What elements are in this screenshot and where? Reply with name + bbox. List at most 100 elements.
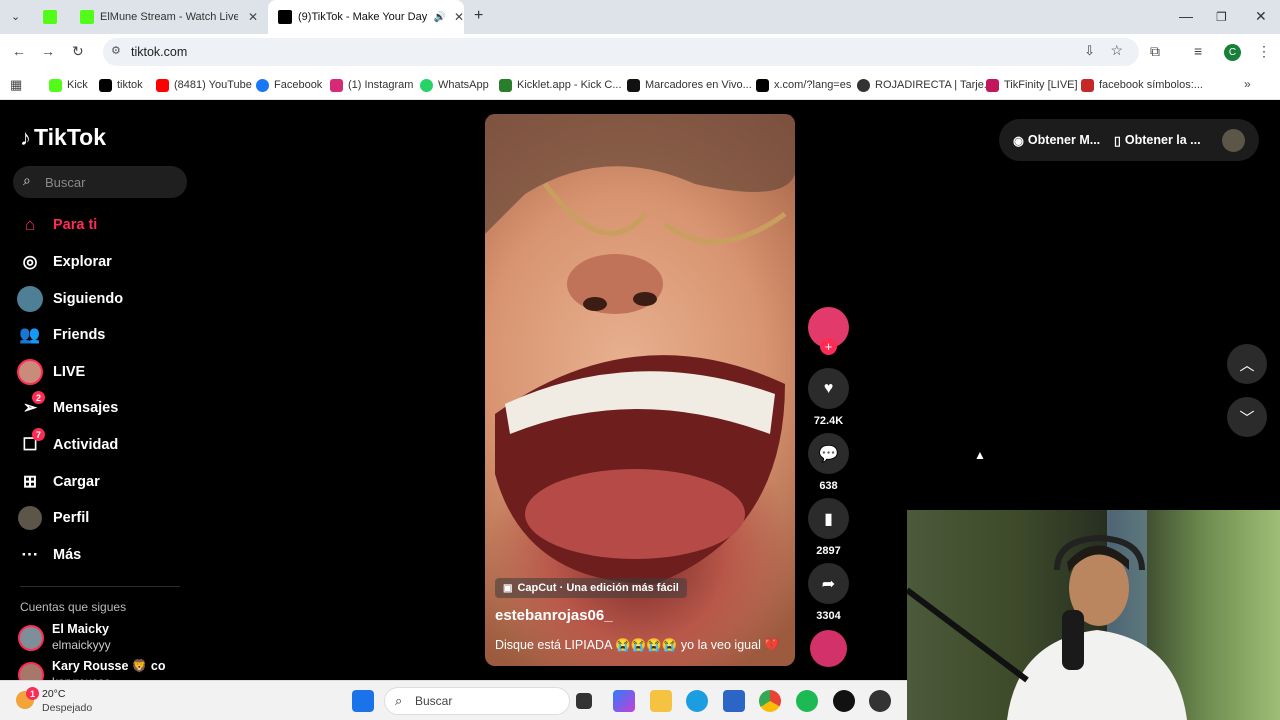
nav-cargar[interactable]: ⊞ Cargar [16, 467, 186, 497]
video-player[interactable]: ▣ CapCut · Una edición más fácil esteban… [485, 114, 795, 666]
share-action[interactable]: ➦ 3304 [808, 563, 849, 622]
bookmark-rojadirecta[interactable]: ROJADIRECTA | Tarje... [857, 77, 993, 93]
comment-count: 638 [819, 480, 838, 492]
bookmark-kick[interactable]: Kick [49, 77, 88, 93]
apps-grid-icon[interactable]: ▦ [10, 77, 22, 93]
following-header: Cuentas que sigues [20, 600, 127, 614]
effect-label: CapCut · Una edición más fácil [517, 582, 679, 594]
live-avatar-icon [16, 358, 44, 386]
bookmark-icon[interactable]: ▮ [808, 498, 849, 539]
tab-kick-pinned[interactable] [36, 0, 64, 34]
speaker-icon[interactable]: 🔊 [433, 12, 445, 23]
forward-icon[interactable]: → [41, 43, 55, 59]
bookmark-kicklet[interactable]: Kicklet.app - Kick C... [499, 77, 622, 93]
bookmark-marcadores[interactable]: Marcadores en Vivo... [627, 77, 752, 93]
nav-mensajes[interactable]: ➢ 2 Mensajes [16, 391, 186, 423]
spotify-icon[interactable] [796, 690, 818, 712]
tab-tiktok[interactable]: (9)TikTok - Make Your Day 🔊 ✕ [268, 0, 464, 34]
bookmark-label: (8481) YouTube [174, 79, 252, 91]
get-app-button[interactable]: ▯ Obtener la ... [1114, 119, 1201, 161]
effect-tag[interactable]: ▣ CapCut · Una edición más fácil [495, 578, 687, 598]
site-info-icon[interactable]: ⚙ [111, 44, 121, 57]
tab-close-icon[interactable]: ✕ [454, 10, 464, 24]
bookmark-label: ROJADIRECTA | Tarje... [875, 79, 993, 91]
window-close-icon[interactable]: ✕ [1255, 8, 1267, 25]
bookmark-label: Marcadores en Vivo... [645, 79, 752, 91]
author-avatar[interactable]: + [808, 307, 849, 355]
bookmark-star-icon[interactable]: ☆ [1110, 42, 1123, 59]
mouse-cursor-icon: ▲ [974, 448, 986, 462]
weather-widget[interactable]: 1 20°C Despejado [14, 685, 124, 717]
follow-plus-icon[interactable]: + [820, 338, 837, 355]
nav-mas[interactable]: ··· Más [16, 540, 186, 570]
extensions-icon[interactable]: ⧉ [1150, 43, 1160, 60]
profile-avatar[interactable]: C [1224, 44, 1241, 61]
x-icon [756, 78, 769, 92]
file-explorer-icon[interactable] [650, 690, 672, 712]
share-icon[interactable]: ➦ [808, 563, 849, 604]
like-action[interactable]: ♥ 72.4K [808, 368, 849, 427]
taskbar-search[interactable]: ⌕ Buscar [384, 687, 570, 715]
copilot-icon[interactable] [613, 690, 635, 712]
account-handle: elmaickyyy [52, 638, 111, 652]
get-coins-button[interactable]: ◉ Obtener M... [1013, 119, 1100, 161]
address-bar[interactable]: ⚙ tiktok.com ⇩ ☆ [103, 38, 1139, 66]
nav-perfil[interactable]: Perfil [16, 503, 186, 533]
nav-explorar[interactable]: ◎ Explorar [16, 247, 186, 277]
reload-icon[interactable]: ↻ [72, 43, 84, 60]
tab-search-icon[interactable]: ⌄ [11, 10, 20, 23]
bookmark-instagram[interactable]: (1) Instagram [330, 77, 413, 93]
edge-icon[interactable] [686, 690, 708, 712]
menu-kebab-icon[interactable]: ⋮ [1257, 43, 1271, 60]
new-tab-plus-icon[interactable]: + [474, 7, 483, 25]
tab-elmune-stream[interactable]: ElMune Stream - Watch Live on ✕ [72, 0, 264, 34]
bookmark-youtube[interactable]: (8481) YouTube [156, 77, 252, 93]
nav-label: Perfil [53, 510, 90, 526]
avatar [18, 662, 44, 680]
following-account[interactable]: El Maicky elmaickyyy [18, 622, 188, 656]
video-author[interactable]: estebanrojas06_ [495, 607, 613, 624]
bookmark-tikfinity[interactable]: TikFinity [LIVE] [986, 77, 1078, 93]
video-caption: Disque está LIPIADA 😭😭😭😭 yo la veo igual… [495, 638, 780, 652]
install-app-icon[interactable]: ⇩ [1084, 43, 1095, 59]
tiktok-logo[interactable]: ♪ TikTok [20, 124, 106, 151]
user-avatar[interactable] [1222, 129, 1245, 152]
save-action[interactable]: ▮ 2897 [808, 498, 849, 557]
nav-friends[interactable]: 👥 Friends [16, 320, 186, 350]
browser-tab-bar: ⌄ ElMune Stream - Watch Live on ✕ (9)Tik… [0, 0, 1280, 34]
store-icon[interactable] [723, 690, 745, 712]
bookmark-tiktok[interactable]: tiktok [99, 77, 143, 93]
bookmark-whatsapp[interactable]: WhatsApp [420, 77, 489, 93]
bookmark-label: TikFinity [LIVE] [1004, 79, 1078, 91]
weather-status: Despejado [42, 702, 93, 714]
bookmark-facebook-simbolos[interactable]: facebook símbolos:... [1081, 77, 1203, 93]
following-account[interactable]: Kary Rousse 🦁 co karyrousse [18, 659, 188, 680]
comment-icon[interactable]: 💬 [808, 433, 849, 474]
bookmark-x[interactable]: x.com/?lang=es [756, 77, 851, 93]
restore-icon[interactable]: ❐ [1216, 10, 1227, 24]
media-control-icon[interactable]: ≡ [1194, 43, 1202, 59]
nav-para-ti[interactable]: ⌂ Para ti [16, 210, 186, 240]
comment-action[interactable]: 💬 638 [808, 433, 849, 492]
windows-start-icon[interactable] [352, 690, 374, 712]
previous-video-button[interactable]: ︿ [1227, 344, 1267, 384]
nav-actividad[interactable]: ☐ 7 Actividad [16, 428, 186, 460]
task-view-icon[interactable] [576, 693, 592, 709]
search-icon: ⌕ [23, 172, 31, 188]
search-icon: ⌕ [395, 693, 403, 708]
nav-live[interactable]: LIVE [16, 357, 186, 387]
next-video-button[interactable]: ﹀ [1227, 397, 1267, 437]
search-input[interactable]: ⌕ Buscar [13, 166, 187, 198]
bookmark-label: Facebook [274, 79, 323, 91]
nav-siguiendo[interactable]: Siguiendo [16, 284, 186, 314]
minimize-icon[interactable]: — [1179, 8, 1193, 24]
chrome-icon[interactable] [759, 690, 781, 712]
heart-icon[interactable]: ♥ [808, 368, 849, 409]
tab-close-icon[interactable]: ✕ [248, 10, 258, 24]
app-icon[interactable] [869, 690, 891, 712]
more-bookmarks-chevron-icon[interactable]: » [1244, 77, 1251, 91]
back-icon[interactable]: ← [12, 43, 26, 59]
tiktok-icon[interactable] [833, 690, 855, 712]
bookmark-facebook[interactable]: Facebook [256, 77, 322, 93]
profile-avatar-icon [16, 504, 44, 532]
